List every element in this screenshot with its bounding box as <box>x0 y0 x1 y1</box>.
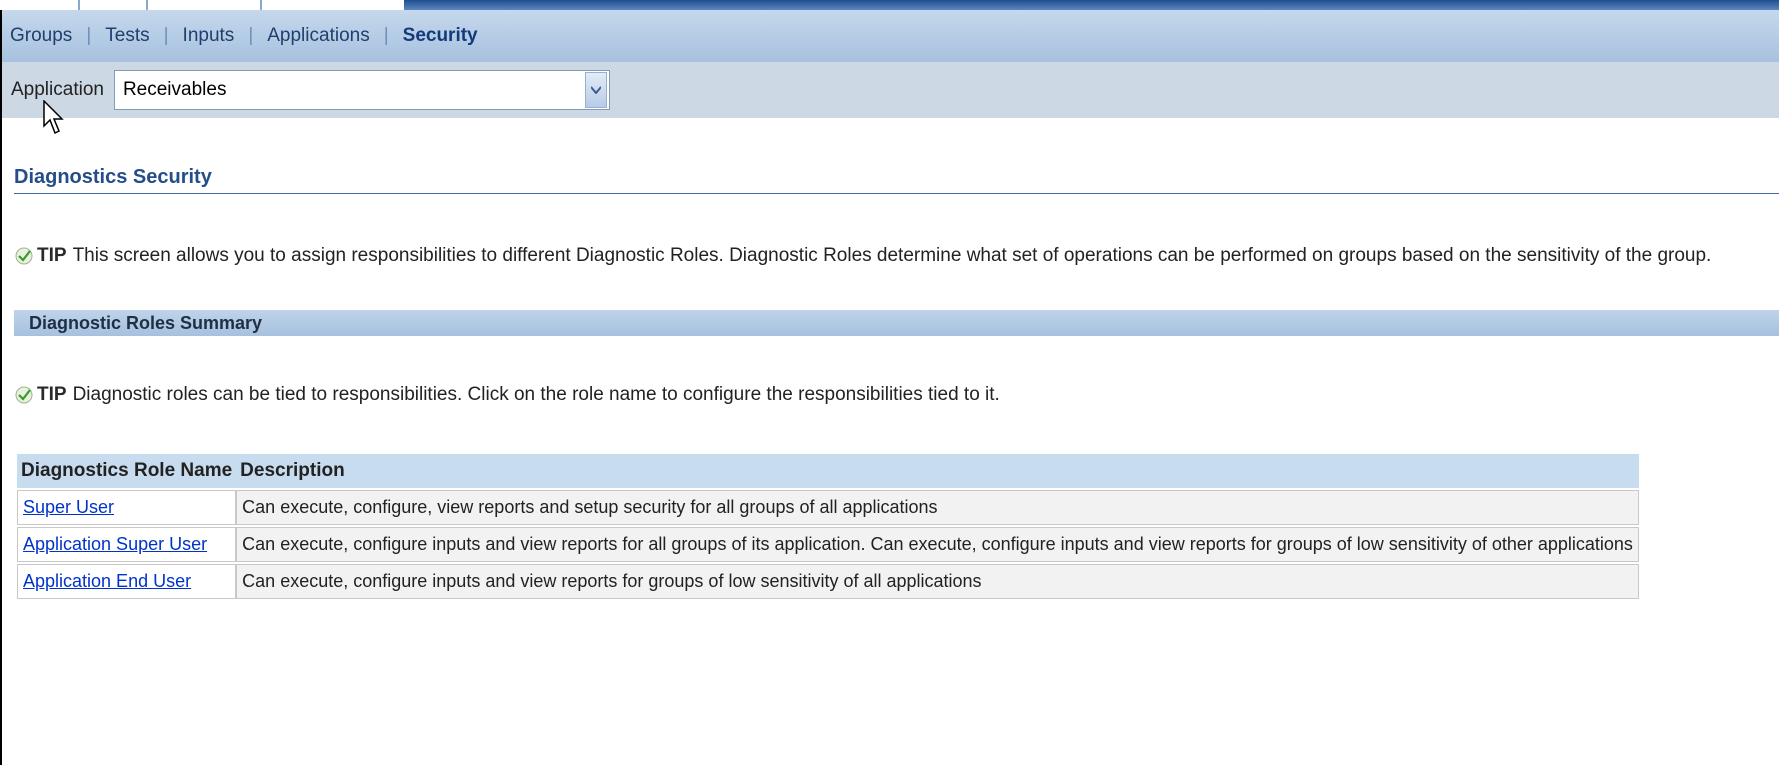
tip-message: TIP Diagnostic roles can be tied to resp… <box>15 384 1000 406</box>
table-row: Application Super User Can execute, conf… <box>17 527 1639 562</box>
tip-text: This screen allows you to assign respons… <box>72 245 1712 266</box>
tab-applications[interactable]: Applications <box>253 25 383 47</box>
role-description-cell: Can execute, configure inputs and view r… <box>236 527 1639 562</box>
checkmark-icon <box>15 386 33 404</box>
role-link-super-user[interactable]: Super User <box>23 497 114 517</box>
tip-text: Diagnostic roles can be tied to responsi… <box>72 384 1000 405</box>
application-select[interactable]: Receivables <box>113 70 610 110</box>
tab-groups[interactable]: Groups <box>2 25 86 47</box>
checkmark-icon <box>15 247 33 265</box>
role-description-cell: Can execute, configure, view reports and… <box>236 490 1639 525</box>
role-link-application-end-user[interactable]: Application End User <box>23 571 191 591</box>
tab-divider <box>260 0 262 10</box>
role-name-cell: Super User <box>17 490 237 525</box>
role-name-cell: Application Super User <box>17 527 237 562</box>
chevron-down-icon[interactable] <box>584 72 607 108</box>
tip-message: TIP This screen allows you to assign res… <box>15 245 1711 267</box>
tip-label: TIP <box>37 245 67 266</box>
tab-inputs[interactable]: Inputs <box>169 25 249 47</box>
table-row: Application End User Can execute, config… <box>17 564 1639 599</box>
mouse-pointer-icon <box>43 100 64 135</box>
role-link-application-super-user[interactable]: Application Super User <box>23 534 207 554</box>
table-row: Super User Can execute, configure, view … <box>17 490 1639 525</box>
application-select-value: Receivables <box>122 79 227 100</box>
tip-label: TIP <box>37 384 67 405</box>
tab-security[interactable]: Security <box>389 25 492 47</box>
title-underline <box>14 193 1779 194</box>
top-tab-strip <box>0 0 1779 10</box>
tab-tests[interactable]: Tests <box>91 25 163 47</box>
tab-divider <box>78 0 80 10</box>
page-title: Diagnostics Security <box>14 166 212 188</box>
application-filter-bar: Application Receivables <box>2 62 1779 118</box>
application-label: Application <box>11 79 104 100</box>
column-header-description: Description <box>236 454 1639 488</box>
top-banner <box>404 0 1779 10</box>
tab-divider <box>146 0 148 10</box>
role-name-cell: Application End User <box>17 564 237 599</box>
subtab-navigation: Groups | Tests | Inputs | Applications |… <box>2 10 1779 62</box>
column-header-role-name: Diagnostics Role Name <box>17 454 237 488</box>
section-subheader: Diagnostic Roles Summary <box>14 310 1779 336</box>
roles-table: Diagnostics Role Name Description Super … <box>17 452 1639 601</box>
table-header-row: Diagnostics Role Name Description <box>17 454 1639 488</box>
role-description-cell: Can execute, configure inputs and view r… <box>236 564 1639 599</box>
